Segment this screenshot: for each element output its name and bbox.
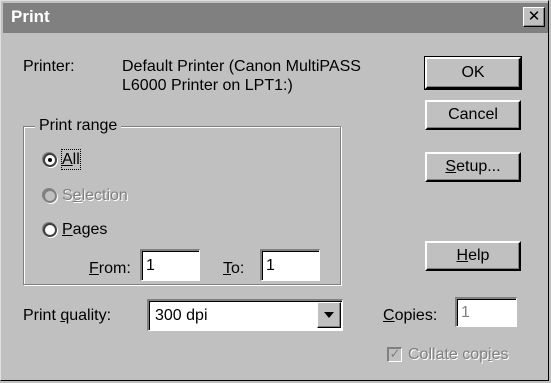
printer-name-line1: Default Printer (Canon MultiPASS xyxy=(122,58,361,75)
print-quality-label: Print quality: xyxy=(23,307,112,324)
from-label: From: xyxy=(89,260,131,277)
to-input[interactable]: 1 xyxy=(260,249,320,281)
check-icon: ✓ xyxy=(389,347,401,362)
radio-selection-label: Selection xyxy=(62,187,128,204)
to-label: To: xyxy=(223,260,245,277)
radio-pages-label[interactable]: Pages xyxy=(62,220,107,239)
setup-button[interactable]: Setup... xyxy=(425,152,521,182)
radio-selection xyxy=(43,189,57,203)
print-dialog: Print ✕ Printer: Default Printer (Canon … xyxy=(0,0,549,381)
printer-label: Printer: xyxy=(23,58,75,75)
radio-all-label[interactable]: All xyxy=(61,149,81,170)
radio-pages[interactable] xyxy=(43,223,57,237)
title-bar: Print ✕ xyxy=(3,3,548,33)
print-quality-select[interactable]: 300 dpi xyxy=(147,299,343,331)
from-input[interactable]: 1 xyxy=(140,249,200,281)
print-quality-value: 300 dpi xyxy=(155,307,208,324)
cancel-button[interactable]: Cancel xyxy=(425,100,521,130)
help-accelerator: H xyxy=(456,247,469,264)
ok-button[interactable]: OK xyxy=(424,56,522,90)
help-button[interactable]: Help xyxy=(425,241,521,271)
collate-checkbox: ✓ xyxy=(387,347,402,362)
collate-label: Collate copies xyxy=(408,346,509,363)
close-icon: ✕ xyxy=(527,7,541,25)
close-button[interactable]: ✕ xyxy=(523,7,545,27)
setup-label-rest: etup... xyxy=(456,158,501,175)
setup-accelerator: S xyxy=(445,158,457,175)
dropdown-arrow-icon[interactable] xyxy=(317,302,341,328)
printer-name-line2: L6000 Printer on LPT1:) xyxy=(122,77,293,94)
copies-input[interactable]: 1 xyxy=(455,297,517,327)
window-title: Print xyxy=(11,7,50,26)
radio-all[interactable] xyxy=(43,153,57,167)
print-range-caption: Print range xyxy=(35,116,122,135)
help-label-rest: elp xyxy=(468,247,490,264)
copies-label: Copies: xyxy=(383,307,438,324)
